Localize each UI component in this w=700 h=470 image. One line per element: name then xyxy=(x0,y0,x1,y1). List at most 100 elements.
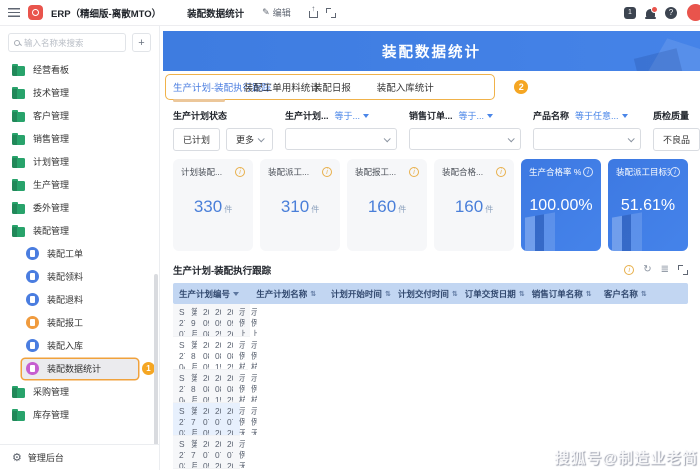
sidebar: + 经营看板 技术管理 客户 xyxy=(0,26,160,470)
sidebar-item[interactable]: 经营看板 xyxy=(0,58,24,81)
info-icon[interactable]: i xyxy=(409,167,419,177)
value-text: 100.00% xyxy=(529,197,592,214)
search-input-box[interactable] xyxy=(8,33,126,52)
share-icon[interactable] xyxy=(309,11,318,18)
sidebar-item[interactable]: 装配领料 xyxy=(0,265,159,288)
column-label: 生产计划编号 xyxy=(179,288,230,300)
stat-card-label: 生产合格率 % xyxy=(529,166,581,178)
defective-filter-button[interactable]: 不良品 xyxy=(653,128,700,151)
filter-product-operator[interactable]: 等于任意... xyxy=(575,109,628,122)
planned-filter-button[interactable]: 已计划 xyxy=(173,128,220,151)
add-button[interactable]: + xyxy=(132,33,151,52)
sidebar-item[interactable]: 采购管理 xyxy=(0,380,159,403)
sidebar-item[interactable]: 技术管理 xyxy=(0,81,23,104)
filter-plan: 生产计划... 等于... xyxy=(285,109,397,151)
filter-plan-operator[interactable]: 等于... xyxy=(335,109,370,122)
info-icon[interactable]: i xyxy=(496,167,506,177)
stat-card-unit: 件 xyxy=(224,205,232,214)
tab[interactable]: 装配入库统计 xyxy=(377,80,422,94)
info-icon[interactable]: i xyxy=(624,265,634,275)
filter-order-operator[interactable]: 等于... xyxy=(459,109,494,122)
sidebar-scrollbar[interactable] xyxy=(154,274,158,468)
sidebar-item[interactable]: 计划管理 xyxy=(0,150,21,173)
column-icon[interactable] xyxy=(233,292,239,296)
sidebar-item[interactable]: 委外管理 xyxy=(0,196,28,219)
sidebar-item[interactable]: 生产管理 xyxy=(0,173,22,196)
sidebar-item[interactable]: 装配退料 xyxy=(0,288,159,311)
tab[interactable]: 生产计划-装配执行跟踪 xyxy=(173,80,225,94)
sidebar-item[interactable]: 客户管理 xyxy=(0,104,21,127)
sidebar-item-inner: 装配工单 xyxy=(22,244,155,264)
sidebar-item-icon xyxy=(26,247,39,260)
sidebar-item[interactable]: 库存管理 xyxy=(0,403,159,426)
sidebar-item-inner: 经营看板 xyxy=(8,60,73,80)
help-icon[interactable]: ? xyxy=(665,7,677,19)
sidebar-item-inner: 库存管理 xyxy=(8,405,155,425)
sidebar-item-icon xyxy=(12,227,25,237)
table-row[interactable]: SCJHXSDD2309 27-04-230927-04 第8月-生产计划 20… xyxy=(173,370,240,403)
sidebar-item-label: 技术管理 xyxy=(33,86,69,99)
column-icon[interactable]: ⇅ xyxy=(385,290,391,298)
refresh-icon[interactable]: ↻ xyxy=(643,265,651,275)
cell-plan-name: 第9月-生产计划 2023.9A05 xyxy=(185,304,197,336)
sidebar-item-label: 采购管理 xyxy=(33,385,69,398)
stat-card: 生产合格率 % i 100.00% xyxy=(521,159,601,251)
notification-bell-icon[interactable] xyxy=(646,9,655,17)
column-icon[interactable]: ⇅ xyxy=(641,290,647,298)
more-filter-button[interactable]: 更多 xyxy=(226,128,273,151)
cell-order-name: 示例：上海帆软- 第5份销售订单 xyxy=(233,304,245,336)
product-select[interactable] xyxy=(533,128,641,150)
filter-plan-label: 生产计划... xyxy=(285,109,329,122)
table-row[interactable]: SCJHXSDD2309 27-03-230927-03 第7月-生产计划 20… xyxy=(173,403,240,436)
table-row[interactable]: SCJHXSDD2309 27-07-230927-06 第9月-生产计划 20… xyxy=(173,304,250,337)
stat-card-unit: 件 xyxy=(398,205,406,214)
table-row[interactable]: SCJHXSDD2309 27-04-230927-04 第8月-生产计划 20… xyxy=(173,337,248,370)
info-icon[interactable]: i xyxy=(235,167,245,177)
cell-customer-name: 示例：无锡简道云 xyxy=(245,403,257,435)
tab[interactable]: 装配工单用料统计 xyxy=(244,80,294,94)
device-icon[interactable]: 1 xyxy=(624,7,636,19)
table-row[interactable]: SCJHXSDD2309 27-03-230927-03 第7月-生产计划 20… xyxy=(173,436,240,469)
table-column-header[interactable]: 生产计划名称 ⇅ xyxy=(250,288,325,300)
admin-backend-label: 管理后台 xyxy=(28,451,64,464)
table-column-header[interactable]: 生产计划编号 xyxy=(173,288,250,300)
info-icon[interactable]: i xyxy=(670,167,680,177)
cell-delivery-date: 2023-08-25 xyxy=(221,370,233,402)
edit-button[interactable]: ✎ 编辑 xyxy=(262,6,291,19)
sidebar-item[interactable]: 装配数据统计 1 xyxy=(0,357,159,380)
table-column-header[interactable]: 销售订单名称 ⇅ xyxy=(526,288,598,300)
chevron-down-icon xyxy=(258,135,265,142)
sidebar-item-label: 装配领料 xyxy=(47,270,83,283)
sidebar-item[interactable]: 销售管理 xyxy=(0,127,21,150)
table-column-header[interactable]: 客户名称 ⇅ xyxy=(598,288,688,300)
column-icon[interactable]: ⇅ xyxy=(586,290,592,298)
list-settings-icon[interactable]: ≣ xyxy=(661,265,669,275)
cell-customer-name: 示例：上海帆软 xyxy=(245,304,257,336)
tab[interactable]: 装配日报 xyxy=(313,80,358,94)
plan-select[interactable] xyxy=(285,128,397,150)
fullscreen-icon[interactable] xyxy=(326,8,336,18)
admin-backend-button[interactable]: ⚙ 管理后台 xyxy=(0,444,159,470)
table-column-header[interactable]: 订单交货日期 ⇅ xyxy=(459,288,526,300)
sidebar-item[interactable]: 装配入库 xyxy=(0,334,159,357)
column-icon[interactable]: ⇅ xyxy=(519,290,525,298)
stat-card-unit: 件 xyxy=(485,205,493,214)
info-icon[interactable]: i xyxy=(322,167,332,177)
table-column-header[interactable]: 计划交付时间 ⇅ xyxy=(392,288,459,300)
stat-card-label: 装配报工... xyxy=(355,166,396,178)
stat-card-label: 装配派工... xyxy=(268,166,309,178)
sidebar-item[interactable]: 装配工单 xyxy=(0,242,159,265)
column-icon[interactable]: ⇅ xyxy=(310,290,316,298)
search-input[interactable] xyxy=(24,38,120,48)
menu-hamburger-icon[interactable] xyxy=(8,8,20,17)
table-column-header[interactable]: 计划开始时间 ⇅ xyxy=(325,288,392,300)
table-panel-header: 生产计划-装配执行跟踪 i ↻ ≣ xyxy=(173,261,688,279)
sidebar-item-icon xyxy=(12,411,25,421)
sidebar-item[interactable]: 装配报工 xyxy=(0,311,159,334)
sidebar-item[interactable]: 装配管理 xyxy=(0,219,159,242)
order-select[interactable] xyxy=(409,128,521,150)
expand-icon[interactable] xyxy=(678,265,688,275)
info-icon[interactable]: i xyxy=(583,167,593,177)
column-icon[interactable]: ⇅ xyxy=(452,290,458,298)
avatar[interactable] xyxy=(687,4,700,21)
